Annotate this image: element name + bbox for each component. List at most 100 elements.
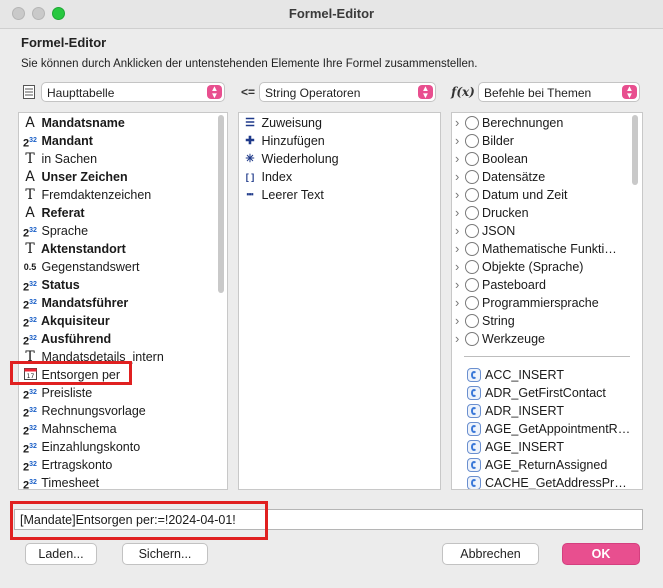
list-item[interactable]: 232 Preisliste: [19, 384, 227, 402]
operators-list[interactable]: ☰ Zuweisung ✚ Hinzufügen ✳ Wiederholung[ ]…: [238, 112, 441, 490]
tree-item[interactable]: › Werkzeuge: [452, 330, 642, 348]
tree-item-label: Objekte (Sprache): [482, 260, 584, 274]
tree-item-label: Berechnungen: [482, 116, 564, 130]
tree-item-label: String: [482, 314, 515, 328]
method-item[interactable]: AGE_GetAppointmentR…: [452, 420, 642, 438]
cancel-button[interactable]: Abbrechen: [442, 543, 539, 565]
load-button[interactable]: Laden...: [25, 543, 97, 565]
list-item[interactable]: 232 Timesheet: [19, 474, 227, 489]
tree-item[interactable]: › Drucken: [452, 204, 642, 222]
method-item-label: AGE_INSERT: [485, 440, 564, 454]
gear-icon: [465, 151, 479, 166]
list-item[interactable]: ┅ Leerer Text: [239, 186, 440, 204]
list-item[interactable]: [ ] Index: [239, 168, 440, 186]
tree-item[interactable]: › Pasteboard: [452, 276, 642, 294]
list-item-label: Hinzufügen: [261, 134, 325, 148]
highlight-box-formula: [10, 501, 268, 540]
tree-item-label: Datum und Zeit: [482, 188, 568, 202]
list-item[interactable]: 0.5 Gegenstandswert: [19, 258, 227, 276]
list-item[interactable]: A Unser Zeichen: [19, 168, 227, 186]
chevron-right-icon[interactable]: ›: [455, 150, 465, 168]
tree-item[interactable]: › Berechnungen: [452, 114, 642, 132]
commands-select[interactable]: Befehle bei Themen ▲ ▼: [478, 82, 640, 102]
chevron-right-icon[interactable]: ›: [455, 240, 465, 258]
window-title: Formel-Editor: [288, 6, 375, 21]
gear-icon: [465, 133, 479, 148]
tree-item[interactable]: › Programmiersprache: [452, 294, 642, 312]
title-bar: Formel-Editor: [0, 0, 663, 29]
chevron-right-icon[interactable]: ›: [455, 114, 465, 132]
list-item[interactable]: T in Sachen: [19, 150, 227, 168]
list-item[interactable]: 232 Mandatsführer: [19, 294, 227, 312]
tree-item-label: Mathematische Funkti…: [482, 242, 617, 256]
list-item[interactable]: ✚ Hinzufügen: [239, 132, 440, 150]
method-item[interactable]: AGE_ReturnAssigned: [452, 456, 642, 474]
chevron-right-icon[interactable]: ›: [455, 132, 465, 150]
commands-list[interactable]: › Berechnungen › Bilder › Boolean › Datensätze ›…: [451, 112, 643, 490]
index-icon: [ ]: [245, 172, 255, 182]
method-item[interactable]: ACC_INSERT: [452, 366, 642, 384]
commands-select-value: Befehle bei Themen: [484, 86, 592, 100]
method-icon: [467, 403, 481, 418]
list-item[interactable]: T Fremdaktenzeichen: [19, 186, 227, 204]
list-item-label: Mandatsführer: [41, 296, 129, 310]
text-field-icon: A: [25, 115, 35, 131]
tree-item[interactable]: › Boolean: [452, 150, 642, 168]
chevron-right-icon[interactable]: ›: [455, 258, 465, 276]
method-item[interactable]: ADR_GetFirstContact: [452, 384, 642, 402]
list-item[interactable]: 232 Status: [19, 276, 227, 294]
tree-item[interactable]: › Datensätze: [452, 168, 642, 186]
tree-item-label: Boolean: [482, 152, 528, 166]
list-item-label: Ertragskonto: [41, 458, 113, 472]
list-item[interactable]: 232 Ertragskonto: [19, 456, 227, 474]
chevron-right-icon[interactable]: ›: [455, 222, 465, 240]
operator-select-value: String Operatoren: [265, 86, 361, 100]
tree-item[interactable]: › Mathematische Funkti…: [452, 240, 642, 258]
chevron-right-icon[interactable]: ›: [455, 204, 465, 222]
list-item[interactable]: 232 Akquisiteur: [19, 312, 227, 330]
list-item[interactable]: 232 Rechnungsvorlage: [19, 402, 227, 420]
list-item[interactable]: ✳ Wiederholung: [239, 150, 440, 168]
list-item[interactable]: 232 Mandant: [19, 132, 227, 150]
chevron-right-icon[interactable]: ›: [455, 276, 465, 294]
chevron-right-icon[interactable]: ›: [455, 312, 465, 330]
list-item-label: Aktenstandort: [41, 242, 126, 256]
list-item-label: Mandant: [41, 134, 93, 148]
list-item[interactable]: ☰ Zuweisung: [239, 114, 440, 132]
list-item[interactable]: 232 Sprache: [19, 222, 227, 240]
chevron-right-icon[interactable]: ›: [455, 330, 465, 348]
ok-button[interactable]: OK: [562, 543, 640, 565]
tree-item[interactable]: › Objekte (Sprache): [452, 258, 642, 276]
list-item[interactable]: T Aktenstandort: [19, 240, 227, 258]
chevron-right-icon[interactable]: ›: [455, 168, 465, 186]
chevron-right-icon[interactable]: ›: [455, 186, 465, 204]
tree-item[interactable]: › String: [452, 312, 642, 330]
fields-list[interactable]: A Mandatsname 232 Mandant T in Sachen A Uns…: [18, 112, 228, 490]
list-item[interactable]: 232 Ausführend: [19, 330, 227, 348]
operator-select[interactable]: String Operatoren ▲ ▼: [259, 82, 436, 102]
tree-item[interactable]: › Datum und Zeit: [452, 186, 642, 204]
method-icon: [467, 367, 481, 382]
tree-item[interactable]: › Bilder: [452, 132, 642, 150]
text-icon: T: [25, 187, 35, 203]
list-item-label: Ausführend: [41, 332, 112, 346]
gear-icon: [465, 277, 479, 292]
tree-item[interactable]: › JSON: [452, 222, 642, 240]
method-item-label: AGE_ReturnAssigned: [485, 458, 608, 472]
table-select-value: Haupttabelle: [47, 86, 115, 100]
list-item[interactable]: A Referat: [19, 204, 227, 222]
list-item[interactable]: 232 Mahnschema: [19, 420, 227, 438]
chevron-right-icon[interactable]: ›: [455, 294, 465, 312]
save-button[interactable]: Sichern...: [122, 543, 208, 565]
gear-icon: [465, 241, 479, 256]
table-select[interactable]: Haupttabelle ▲ ▼: [41, 82, 225, 102]
list-item[interactable]: A Mandatsname: [19, 114, 227, 132]
method-icon: [467, 421, 481, 436]
empty-text-icon: ┅: [246, 189, 254, 201]
method-item-label: ADR_GetFirstContact: [485, 386, 606, 400]
method-item[interactable]: ADR_INSERT: [452, 402, 642, 420]
method-item[interactable]: AGE_INSERT: [452, 438, 642, 456]
method-item[interactable]: CACHE_GetAddressPr…: [452, 474, 642, 489]
list-item[interactable]: 232 Einzahlungskonto: [19, 438, 227, 456]
gear-icon: [465, 259, 479, 274]
